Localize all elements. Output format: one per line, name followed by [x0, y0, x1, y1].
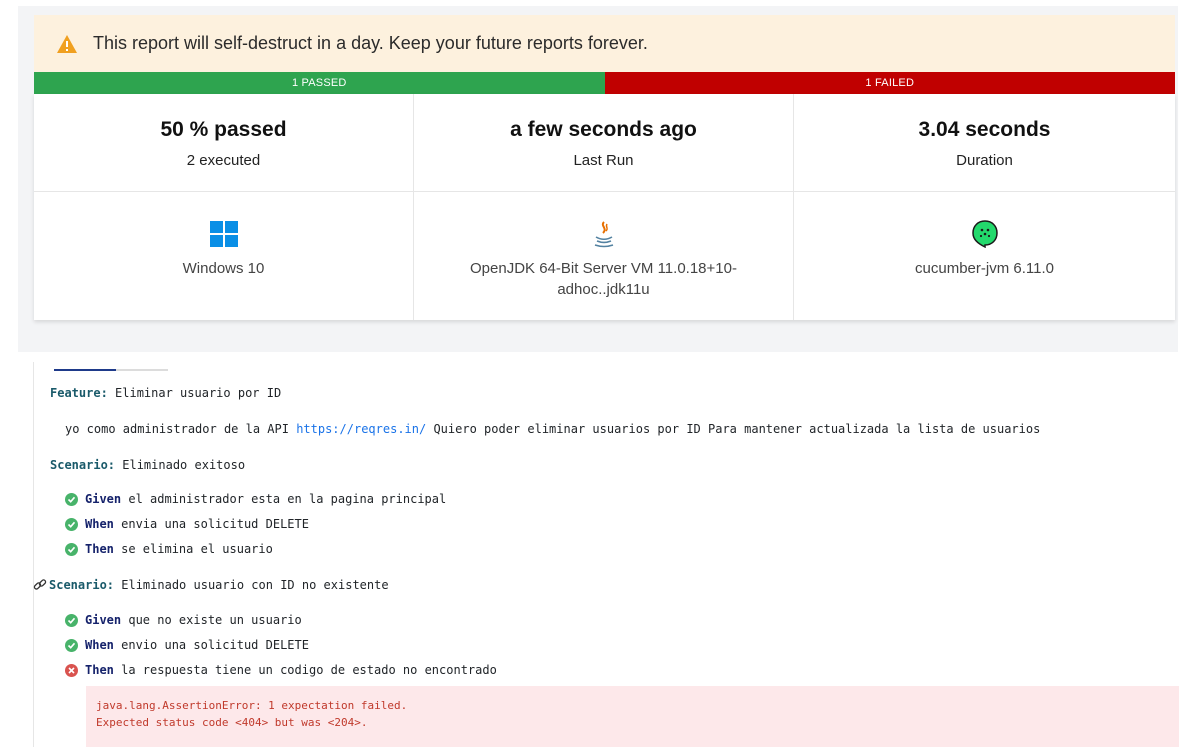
step-keyword: Then [85, 663, 114, 677]
warning-icon [56, 33, 78, 55]
tab-indicator-secondary [116, 369, 168, 371]
check-circle-icon [65, 492, 78, 506]
stat-value: 50 % passed [160, 118, 287, 141]
step-text: envio una solicitud DELETE [113, 638, 309, 652]
x-circle-icon [65, 663, 78, 677]
step-text: se elimina el usuario [113, 542, 273, 556]
step-row: Given que no existe un usuario [65, 613, 302, 627]
expiry-banner: This report will self-destruct in a day.… [34, 15, 1175, 72]
pass-fail-bar: 1 PASSED 1 FAILED [34, 72, 1175, 94]
env-os: Windows 10 [34, 192, 414, 320]
error-line: Expected status code <404> but was <204>… [96, 716, 368, 729]
stat-passed: 50 % passed 2 executed [34, 94, 414, 192]
divider [33, 362, 34, 747]
feature-keyword: Feature: [50, 386, 108, 400]
tab-indicator [54, 369, 116, 371]
check-circle-icon [65, 613, 78, 627]
stat-label: Duration [956, 152, 1013, 169]
env-name: cucumber-jvm 6.11.0 [915, 260, 1054, 277]
error-line: java.lang.AssertionError: 1 expectation … [96, 699, 408, 712]
env-name: Windows 10 [182, 260, 265, 277]
check-circle-icon [65, 638, 78, 652]
step-row: Then se elimina el usuario [65, 542, 273, 556]
description-text-2: Quiero poder eliminar usuarios por ID Pa… [426, 422, 1041, 436]
step-text: la respuesta tiene un codigo de estado n… [113, 663, 497, 677]
scenario-title: Scenario: Eliminado exitoso [50, 458, 245, 472]
java-icon [590, 220, 618, 248]
passed-segment[interactable]: 1 PASSED [34, 72, 605, 94]
step-keyword: When [85, 638, 114, 652]
api-link[interactable]: https://reqres.in/ [296, 422, 426, 436]
cucumber-icon [971, 220, 999, 248]
stat-value: a few seconds ago [510, 118, 697, 141]
step-text: el administrador esta en la pagina princ… [121, 492, 447, 506]
scenario-name: Eliminado usuario con ID no existente [114, 578, 389, 592]
env-tool: cucumber-jvm 6.11.0 [794, 192, 1175, 320]
step-keyword: Given [85, 492, 122, 506]
stats-grid: 50 % passed 2 executed a few seconds ago… [34, 94, 1175, 320]
failed-segment[interactable]: 1 FAILED [604, 72, 1175, 94]
scenario-keyword: Scenario: [50, 458, 116, 472]
step-text: que no existe un usuario [121, 613, 302, 627]
stat-last-run: a few seconds ago Last Run [414, 94, 794, 192]
scenario-keyword: Scenario: [49, 578, 115, 592]
feature-section: Feature: Eliminar usuario por ID yo como… [0, 362, 1179, 747]
step-keyword: When [85, 517, 114, 531]
step-row: Then la respuesta tiene un codigo de est… [65, 663, 497, 677]
stat-value: 3.04 seconds [918, 118, 1051, 141]
feature-title: Feature: Eliminar usuario por ID [50, 386, 281, 400]
step-row: When envia una solicitud DELETE [65, 517, 309, 531]
check-circle-icon [65, 517, 78, 531]
step-row: When envio una solicitud DELETE [65, 638, 309, 652]
feature-description: yo como administrador de la API https://… [65, 422, 1040, 436]
env-name: OpenJDK 64-Bit Server VM 11.0.18+10-adho… [470, 260, 737, 298]
stat-label: Last Run [573, 152, 634, 169]
feature-name: Eliminar usuario por ID [107, 386, 282, 400]
link-icon[interactable] [33, 578, 47, 595]
check-circle-icon [65, 542, 78, 556]
step-text: envia una solicitud DELETE [113, 517, 309, 531]
description-text: yo como administrador de la API [65, 422, 297, 436]
step-keyword: Given [85, 613, 122, 627]
banner-text: This report will self-destruct in a day.… [93, 33, 648, 53]
scenario-title: Scenario: Eliminado usuario con ID no ex… [49, 578, 389, 592]
scenario-name: Eliminado exitoso [115, 458, 246, 472]
step-keyword: Then [85, 542, 114, 556]
windows-icon [209, 220, 238, 248]
stat-label: 2 executed [186, 152, 261, 169]
env-jvm: OpenJDK 64-Bit Server VM 11.0.18+10-adho… [414, 192, 794, 320]
error-message: java.lang.AssertionError: 1 expectation … [86, 686, 1179, 747]
stat-duration: 3.04 seconds Duration [794, 94, 1175, 192]
step-row: Given el administrador esta en la pagina… [65, 492, 446, 506]
